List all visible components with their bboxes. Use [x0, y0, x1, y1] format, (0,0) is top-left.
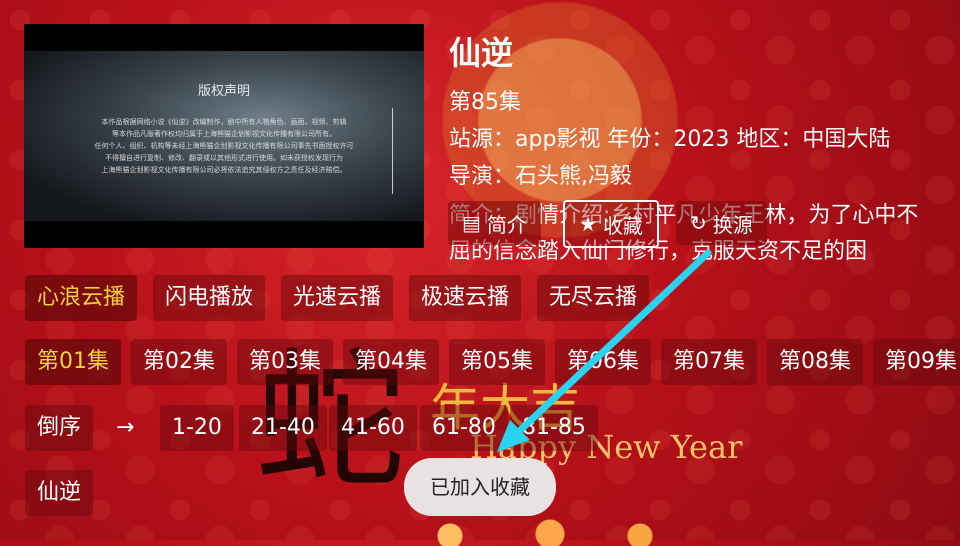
range-item[interactable]: 1-20 — [160, 405, 234, 451]
poster-divider — [392, 108, 393, 194]
source-tab[interactable]: 无尽云播 — [537, 275, 650, 321]
episode-item[interactable]: 第06集 — [555, 339, 651, 385]
favorite-button[interactable]: ★ 收藏 — [563, 200, 659, 248]
episode-item[interactable]: 第04集 — [343, 339, 439, 385]
poster-line: 等本作品凡版著作权均归属于上海熊猫企划影视文化传播有限公司所有。 — [112, 130, 336, 138]
poster-heading: 版权声明 — [197, 84, 250, 99]
source-tab[interactable]: 极速云播 — [409, 275, 522, 321]
episode-item[interactable]: 第05集 — [449, 339, 545, 385]
source-tab[interactable]: 光速云播 — [281, 275, 394, 321]
episode-item[interactable]: 第01集 — [25, 339, 121, 385]
episode-item[interactable]: 第08集 — [767, 339, 863, 385]
poster-text: 本作品根据网络小说《仙逆》改编制作，剧中所有人物角色、画面、视频、剪辑 等本作品… — [74, 116, 374, 176]
related-item[interactable]: 仙逆 — [25, 470, 94, 516]
range-item[interactable]: 81-85 — [510, 405, 598, 451]
background-flowers — [420, 516, 680, 546]
intro-button-label: 简介 — [486, 212, 527, 237]
refresh-icon: ↻ — [690, 211, 707, 235]
director-info: 导演：石头熊,冯毅 — [449, 164, 632, 189]
range-item[interactable]: 41-60 — [329, 405, 417, 451]
episode-item[interactable]: 第07集 — [661, 339, 757, 385]
switch-source-button[interactable]: ↻ 换源 — [676, 201, 767, 245]
episode-item[interactable]: 第03集 — [237, 339, 333, 385]
show-title: 仙逆 — [449, 34, 514, 72]
switch-source-label: 换源 — [712, 212, 753, 237]
favorite-button-label: 收藏 — [602, 213, 643, 238]
poster-line: 不得擅自进行复制、修改、翻录或以其他形式进行使用。如未获授权发现行为 — [105, 154, 343, 162]
range-item[interactable]: 21-40 — [239, 405, 327, 451]
arrow-right-icon: → — [116, 415, 135, 440]
poster-line: 本作品根据网络小说《仙逆》改编制作，剧中所有人物角色、画面、视频、剪辑 — [101, 118, 347, 126]
poster-line: 上海熊猫企划影视文化传播有限公司必将依法追究其侵权方之责任及经济赔偿。 — [101, 166, 347, 174]
poster-line: 任何个人、组织、机构等未经上海熊猫企划影视文化传播有限公司事先书面授权许可 — [94, 142, 354, 150]
star-icon: ★ — [579, 212, 597, 236]
source-tab[interactable]: 心浪云播 — [25, 275, 138, 321]
toast-message: 已加入收藏 — [404, 458, 556, 516]
episode-item[interactable]: 第02集 — [131, 339, 227, 385]
reverse-order-button[interactable]: 倒序 — [25, 405, 94, 451]
episode-info: 第85集 — [449, 90, 521, 115]
intro-button[interactable]: ▤ 简介 — [448, 201, 541, 245]
range-item[interactable]: 61-80 — [420, 405, 508, 451]
poster: 版权声明 本作品根据网络小说《仙逆》改编制作，剧中所有人物角色、画面、视频、剪辑… — [24, 24, 424, 248]
document-icon: ▤ — [462, 211, 481, 235]
meta-info: 站源：app影视 年份：2023 地区：中国大陆 — [449, 127, 891, 152]
source-tab[interactable]: 闪电播放 — [153, 275, 266, 321]
episode-item[interactable]: 第09集 — [873, 339, 960, 385]
